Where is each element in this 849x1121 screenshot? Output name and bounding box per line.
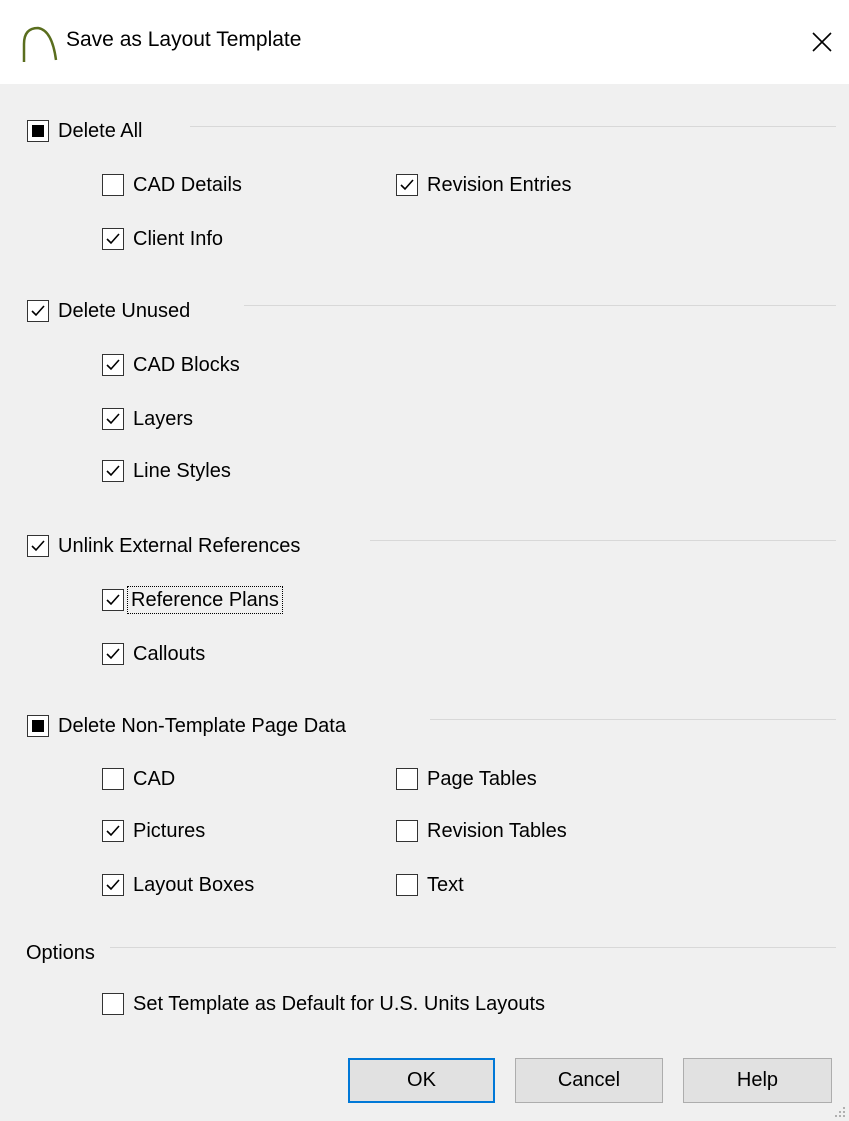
unlink-external-references-checkbox[interactable]: Unlink External References [27,533,300,559]
delete-unused-label: Delete Unused [58,300,191,322]
options-group-label: Options [26,942,95,964]
callouts-label: Callouts [133,643,206,665]
reference-plans-label: Reference Plans [127,586,283,614]
checkbox-box [102,354,124,376]
group-separator [110,947,836,948]
client-info-label: Client Info [133,228,224,250]
cancel-button[interactable]: Cancel [515,1058,663,1103]
ok-button[interactable]: OK [348,1058,495,1103]
revision-entries-label: Revision Entries [427,174,572,196]
set-template-default-label: Set Template as Default for U.S. Units L… [133,993,546,1015]
set-template-default-checkbox[interactable]: Set Template as Default for U.S. Units L… [102,991,545,1017]
checkbox-box [102,408,124,430]
revision-entries-checkbox[interactable]: Revision Entries [396,172,572,198]
cad-label: CAD [133,768,176,790]
pictures-checkbox[interactable]: Pictures [102,818,205,844]
group-separator [244,305,836,306]
layers-label: Layers [133,408,194,430]
page-tables-label: Page Tables [427,768,537,790]
group-separator [190,126,836,127]
pictures-label: Pictures [133,820,206,842]
checkbox-box [27,715,49,737]
cad-blocks-label: CAD Blocks [133,354,240,376]
checkbox-box [102,589,124,611]
callouts-checkbox[interactable]: Callouts [102,641,205,667]
checkbox-box [102,460,124,482]
cad-checkbox[interactable]: CAD [102,766,175,792]
cad-blocks-checkbox[interactable]: CAD Blocks [102,352,240,378]
delete-all-checkbox[interactable]: Delete All [27,118,143,144]
checkbox-box [102,768,124,790]
reference-plans-checkbox[interactable]: Reference Plans [102,586,283,614]
checkbox-box [396,820,418,842]
revision-tables-checkbox[interactable]: Revision Tables [396,818,567,844]
cad-details-checkbox[interactable]: CAD Details [102,172,242,198]
arch-icon [22,26,58,62]
checkbox-box [27,535,49,557]
text-checkbox[interactable]: Text [396,872,464,898]
checkbox-box [102,174,124,196]
checkbox-box [102,820,124,842]
delete-unused-checkbox[interactable]: Delete Unused [27,298,190,324]
checkbox-box [102,874,124,896]
layout-boxes-label: Layout Boxes [133,874,255,896]
close-button[interactable] [796,16,848,68]
line-styles-label: Line Styles [133,460,231,482]
delete-non-template-page-data-label: Delete Non-Template Page Data [58,715,346,737]
title-bar[interactable]: Save as Layout Template [0,0,849,84]
checkbox-box [396,768,418,790]
text-label: Text [427,874,464,896]
layout-boxes-checkbox[interactable]: Layout Boxes [102,872,254,898]
layers-checkbox[interactable]: Layers [102,406,193,432]
group-separator [370,540,836,541]
line-styles-checkbox[interactable]: Line Styles [102,458,231,484]
page-tables-checkbox[interactable]: Page Tables [396,766,537,792]
checkbox-box [396,874,418,896]
window-title: Save as Layout Template [66,28,302,51]
save-as-layout-template-dialog: Save as Layout Template Delete All CAD D… [0,0,849,1121]
unlink-external-references-label: Unlink External References [58,535,301,557]
checkbox-box [27,120,49,142]
resize-grip-icon[interactable] [834,1106,846,1118]
client-info-checkbox[interactable]: Client Info [102,226,223,252]
delete-all-label: Delete All [58,120,143,142]
checkbox-box [102,993,124,1015]
cad-details-label: CAD Details [133,174,242,196]
close-icon [812,32,832,52]
checkbox-box [102,643,124,665]
checkbox-box [27,300,49,322]
revision-tables-label: Revision Tables [427,820,567,842]
group-separator [430,719,836,720]
delete-non-template-page-data-checkbox[interactable]: Delete Non-Template Page Data [27,713,346,739]
help-button[interactable]: Help [683,1058,832,1103]
checkbox-box [102,228,124,250]
checkbox-box [396,174,418,196]
